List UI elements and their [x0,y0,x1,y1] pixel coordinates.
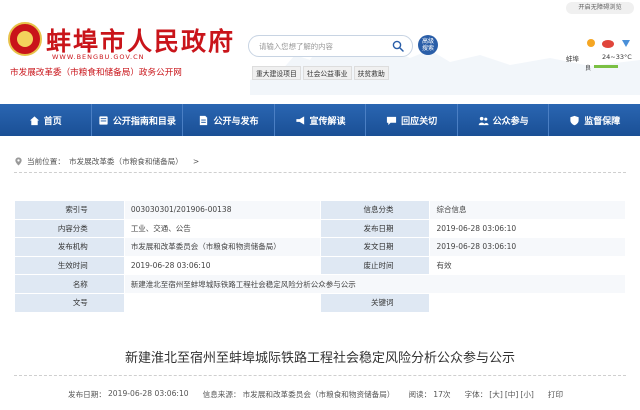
views-value: 17次 [433,390,451,399]
aqi-bar [594,65,618,68]
weather-icons [587,39,630,48]
meta-value-issue-date: 2019-06-28 03:06:10 [429,237,626,257]
breadcrumb-separator: > [192,157,200,166]
table-row: 名称 新建淮北至宿州至蚌埠城际铁路工程社会稳定风险分析公众参与公示 [14,274,627,294]
meta-key-document-number: 文号 [14,292,125,313]
cloud-icon [602,40,614,48]
publish-date-label: 发布日期： [68,390,106,399]
table-row: 索引号 003030301/201906-00138 信息分类 综合信息 [14,200,626,220]
nav-item-publish[interactable]: 公开与发布 [183,104,275,136]
rain-icon [622,40,630,47]
meta-value-category: 综合信息 [429,200,626,220]
nav-item-label: 公众参与 [492,116,529,127]
nav-item-supervision[interactable]: 监督保障 [549,104,640,136]
font-size-large-button[interactable]: [大] [489,389,503,400]
article-info-bar: 发布日期： 2019-06-28 03:06:10 信息来源： 市发展和改革委员… [68,389,563,400]
location-pin-icon [15,157,22,166]
source-value: 市发展和改革委员会（市粮食和物资储备局） [242,390,395,399]
source-label: 信息来源： [202,390,241,399]
site-domain: WWW.BENGBU.GOV.CN [52,53,145,61]
site-header: 蚌埠市人民政府 WWW.BENGBU.GOV.CN 市发展改革委（市粮食和储备局… [0,0,640,95]
accessible-mode-button[interactable]: 开启无障碍浏览 [566,2,634,14]
views-label: 阅读： [408,390,432,399]
table-row: 发布机构 市发展和改革委员会（市粮食和物资储备局） 发文日期 2019-06-2… [14,237,626,257]
hot-link-public-welfare[interactable]: 社会公益事业 [302,66,352,80]
document-meta-table: 索引号 003030301/201906-00138 信息分类 综合信息 内容分… [14,200,627,313]
font-size-medium-button[interactable]: [中] [505,389,519,400]
search-icon[interactable] [392,40,404,52]
nav-item-label: 回应关切 [401,116,438,127]
nav-item-home[interactable]: 首页 [0,104,92,136]
meta-key-name: 名称 [14,274,125,294]
meta-key-publish-date: 发布日期 [319,218,431,239]
font-size-small-button[interactable]: [小] [520,389,534,400]
weather-temperature: 24~33°C [602,53,632,61]
document-icon [200,115,208,125]
table-row: 内容分类 工业、交通、公告 发布日期 2019-06-28 03:06:10 [14,218,626,239]
search-box [248,35,413,57]
meta-value-name: 新建淮北至宿州至蚌埠城际铁路工程社会稳定风险分析公众参与公示 [123,274,627,294]
nav-item-label: 公开指南和目录 [112,116,176,127]
hot-link-poverty-relief[interactable]: 扶贫救助 [353,66,389,80]
search-input[interactable] [259,40,387,53]
home-icon [29,115,39,125]
meta-value-index: 003030301/201906-00138 [123,200,321,220]
nav-item-label: 宣传解读 [309,116,346,127]
article-divider [14,375,626,376]
meta-value-publish-date: 2019-06-28 03:06:10 [429,218,626,239]
weather-aqi: 良 [585,65,592,72]
font-size-label: 字体： [464,390,488,399]
nav-item-label: 公开与发布 [213,116,259,127]
meta-value-expiry: 有效 [429,255,626,276]
nav-item-label: 监督保障 [584,116,621,127]
breadcrumb: 当前位置： 市发展改革委（市粮食和储备局） > [14,151,626,173]
meta-value-content-type: 工业、交通、公告 [123,218,321,239]
nav-item-participation[interactable]: 公众参与 [458,104,550,136]
publish-date-value: 2019-06-28 03:06:10 [107,389,189,398]
meta-value-effective-date: 2019-06-28 03:06:10 [123,255,321,276]
article-title: 新建淮北至宿州至蚌埠城际铁路工程社会稳定风险分析公众参与公示 [124,351,515,366]
nav-item-interpretation[interactable]: 宣传解读 [275,104,367,136]
meta-key-index: 索引号 [14,200,125,220]
print-button[interactable]: 打印 [548,389,563,400]
megaphone-icon [295,115,304,125]
sun-icon [587,39,595,47]
nav-item-label: 首页 [43,116,62,127]
advanced-search-label: 高级 搜索 [421,38,434,52]
meta-value-publisher: 市发展和改革委员会（市粮食和物资储备局） [123,237,321,257]
department-subtitle: 市发展改革委（市粮食和储备局）政务公开网 [10,68,182,78]
meta-key-keywords: 关键词 [319,292,431,313]
meta-value-keywords [429,292,626,313]
weather-city: 蚌埠 [566,55,579,63]
main-nav: 首页 公开指南和目录 公开与发布 宣传解读 回应关切 公众参与 监督保障 [0,104,640,136]
meta-key-issue-date: 发文日期 [319,237,431,257]
hot-link-major-projects[interactable]: 重大建设项目 [252,66,301,80]
breadcrumb-link-department[interactable]: 市发展改革委（市粮食和储备局） [69,156,183,167]
shield-icon [570,115,579,125]
nav-item-response[interactable]: 回应关切 [366,104,458,136]
meta-key-content-type: 内容分类 [14,218,125,239]
chat-icon [387,116,397,125]
meta-key-publisher: 发布机构 [14,237,125,257]
people-icon [478,116,489,125]
meta-key-expiry: 废止时间 [319,255,431,276]
table-row: 生效时间 2019-06-28 03:06:10 废止时间 有效 [14,255,626,276]
advanced-search-button[interactable]: 高级 搜索 [418,35,438,55]
meta-key-category: 信息分类 [319,200,431,220]
breadcrumb-prefix: 当前位置： [27,157,65,166]
hot-links: 重大建设项目 社会公益事业 扶贫救助 [252,66,389,80]
book-icon [99,115,108,125]
government-emblem-logo[interactable] [8,22,42,56]
meta-key-effective-date: 生效时间 [14,255,125,276]
nav-item-guide[interactable]: 公开指南和目录 [92,104,184,136]
meta-value-document-number [123,292,321,313]
table-row: 文号 关键词 [14,292,626,313]
